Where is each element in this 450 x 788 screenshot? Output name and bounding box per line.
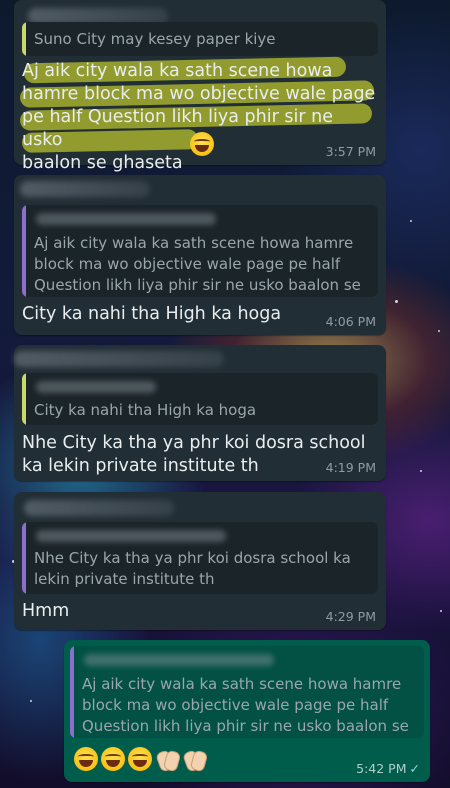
message-bubble-outgoing[interactable]: Aj aik city wala ka sath scene howa hamr… [64, 640, 430, 782]
quoted-sender-redacted [84, 654, 274, 666]
clapping-hands-emoji [182, 747, 206, 771]
tears-of-joy-emoji [74, 747, 98, 771]
message-bubble-incoming[interactable]: Aj aik city wala ka sath scene howa hamr… [14, 175, 386, 335]
message-bubble-incoming[interactable]: Nhe City ka tha ya phr koi dosra school … [14, 492, 386, 630]
message-text: Nhe City ka tha ya phr koi dosra school … [22, 433, 366, 476]
star-decoration [30, 700, 32, 702]
message-text: City ka nahi tha High ka hoga [22, 304, 282, 324]
star-decoration [420, 470, 422, 472]
quote-accent-bar [22, 205, 26, 297]
quoted-message[interactable]: City ka nahi tha High ka hoga [22, 373, 378, 425]
tears-of-joy-emoji [128, 747, 152, 771]
message-time: 4:29 PM [325, 609, 376, 624]
sender-name-redacted [14, 351, 224, 367]
star-decoration [410, 220, 412, 222]
quote-accent-bar [22, 522, 26, 594]
quoted-sender-redacted [36, 213, 216, 225]
quote-accent-bar [22, 373, 26, 425]
tears-of-joy-emoji [101, 747, 125, 771]
message-time-with-status: 5:42 PM ✓ [356, 761, 420, 776]
sender-name-redacted [24, 500, 174, 516]
star-decoration [395, 300, 398, 303]
quoted-text: Aj aik city wala ka sath scene howa hamr… [82, 675, 409, 735]
quoted-message[interactable]: Aj aik city wala ka sath scene howa hamr… [22, 205, 378, 297]
quoted-text: City ka nahi tha High ka hoga [34, 401, 257, 419]
message-bubble-incoming[interactable]: City ka nahi tha High ka hoga Nhe City k… [14, 345, 386, 481]
quoted-message[interactable]: Suno City may kesey paper kiye [22, 22, 378, 56]
quoted-sender-redacted [36, 381, 156, 393]
quoted-message[interactable]: Nhe City ka tha ya phr koi dosra school … [22, 522, 378, 594]
quote-accent-bar [70, 646, 74, 738]
sender-name-redacted [20, 181, 150, 197]
message-time: 3:57 PM [325, 144, 376, 159]
message-time: 5:42 PM [356, 761, 407, 776]
star-decoration [440, 610, 442, 612]
message-time: 4:19 PM [325, 460, 376, 475]
quote-accent-bar [22, 22, 26, 56]
message-text: Hmm [22, 601, 70, 621]
clapping-hands-emoji [155, 747, 179, 771]
quoted-text: Suno City may kesey paper kiye [34, 30, 276, 48]
emoji-row [74, 747, 209, 771]
message-bubble-incoming[interactable]: Suno City may kesey paper kiye Aj aik ci… [14, 0, 386, 173]
quoted-text: Nhe City ka tha ya phr koi dosra school … [34, 549, 351, 588]
quoted-message[interactable]: Aj aik city wala ka sath scene howa hamr… [70, 646, 424, 738]
quoted-text: Aj aik city wala ka sath scene howa hamr… [34, 234, 361, 294]
quoted-sender-redacted [36, 530, 226, 542]
message-time: 4:06 PM [325, 314, 376, 329]
message-text: Aj aik city wala ka sath scene howa hamr… [22, 61, 376, 173]
grinning-sweat-emoji [190, 132, 214, 156]
star-decoration [438, 330, 440, 332]
read-tick-icon: ✓ [409, 761, 420, 776]
